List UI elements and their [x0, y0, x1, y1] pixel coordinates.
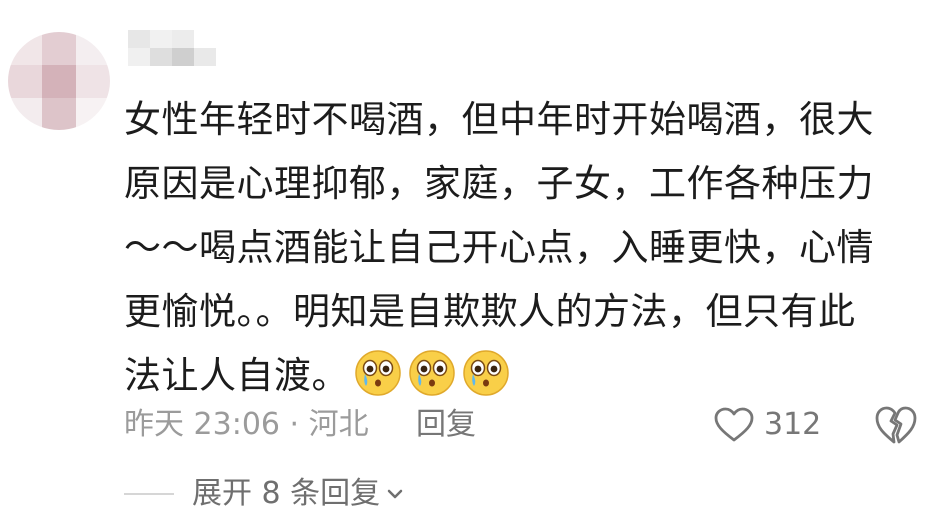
- heart-icon: [714, 407, 754, 442]
- expand-replies-button[interactable]: 展开 8 条回复: [124, 474, 404, 514]
- expand-replies-label: 展开 8 条回复: [192, 476, 381, 511]
- avatar[interactable]: [8, 32, 110, 130]
- comment-line: 更愉悦。。明知是自欺欺人的方法，但只有此: [124, 290, 856, 333]
- divider-line: [124, 493, 174, 495]
- comment-line-last: 法让人自渡。: [124, 344, 914, 408]
- crying-face-emoji: [409, 350, 455, 396]
- avatar-pixel: [42, 32, 76, 65]
- comment-line: 原因是心理抑郁，家庭，子女，工作各种压力: [124, 162, 874, 205]
- chevron-down-icon: [387, 489, 403, 499]
- avatar-pixel: [8, 98, 42, 130]
- username-pixel: [128, 30, 150, 48]
- username-pixel: [172, 30, 194, 48]
- crying-face-emoji: [355, 350, 401, 396]
- crying-face-emoji: [463, 350, 509, 396]
- username-pixel: [128, 48, 150, 66]
- broken-heart-icon[interactable]: [874, 404, 918, 446]
- comment-line: ～～喝点酒能让自己开心点，入睡更快，心情: [124, 226, 874, 269]
- avatar-pixel: [8, 65, 42, 98]
- username-pixel: [194, 48, 216, 66]
- comment-line: 女性年轻时不喝酒，但中年时开始喝酒，很大: [124, 98, 874, 141]
- username-blurred[interactable]: [128, 30, 218, 66]
- avatar-pixel: [42, 98, 76, 130]
- like-button[interactable]: 312: [714, 402, 821, 448]
- time-location: 昨天 23:06 · 河北: [124, 407, 369, 442]
- avatar-pixel: [76, 65, 110, 98]
- avatar-pixel: [76, 32, 110, 65]
- avatar-pixel: [76, 98, 110, 130]
- username-pixel: [172, 48, 194, 66]
- avatar-pixel: [42, 65, 76, 98]
- avatar-pixel: [8, 32, 42, 65]
- username-pixel: [150, 48, 172, 66]
- comment-text: 女性年轻时不喝酒，但中年时开始喝酒，很大 原因是心理抑郁，家庭，子女，工作各种压…: [124, 88, 914, 408]
- comment-line: 法让人自渡。: [124, 354, 349, 397]
- username-pixel: [150, 30, 172, 48]
- reply-button[interactable]: 回复: [416, 402, 476, 448]
- like-count: 312: [764, 407, 822, 442]
